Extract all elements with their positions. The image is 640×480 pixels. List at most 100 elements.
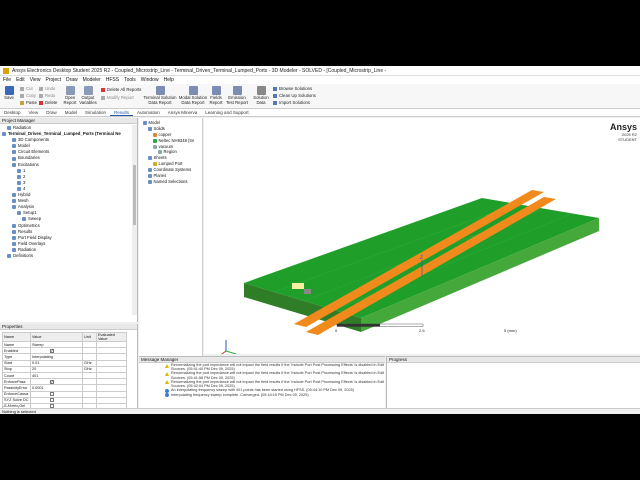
tree-node-icon	[12, 162, 16, 167]
progress-panel: Progress	[386, 356, 640, 414]
model-node-icon	[158, 150, 162, 155]
tree-node-icon	[12, 205, 16, 210]
model-node-icon	[148, 179, 152, 184]
browse-solutions-button[interactable]: Browse Solutions	[273, 86, 312, 91]
message-item[interactable]: Renormalizing the port impedance will no…	[139, 363, 385, 371]
import-solutions-button[interactable]: Import Solutions	[273, 100, 310, 105]
output-variables-icon	[83, 86, 93, 95]
clean-up-solutions-button[interactable]: Clean Up Solutions	[273, 93, 316, 98]
tab-model[interactable]: Model	[61, 110, 81, 115]
fields-report-button[interactable]: Fields Report	[208, 86, 224, 105]
modal-solution-report-button[interactable]: Modal Solution Data Report	[178, 86, 208, 105]
emission-test-report-button[interactable]: Emission Test Report	[225, 86, 249, 105]
title-bar: Ansys Electronics Desktop Student 2025 R…	[0, 66, 640, 76]
message-text: Renormalizing the port impedance will no…	[171, 379, 385, 389]
modify-report-button[interactable]: Modify Report	[101, 95, 134, 100]
delete-reports-icon	[101, 87, 105, 92]
message-text: Interpolating frequency sweep complete. …	[171, 392, 309, 397]
redo-button[interactable]: Redo	[39, 93, 55, 98]
z-axis-label: Z	[420, 255, 423, 261]
model-canvas[interactable]: Z 0 2.5 5 (mm)	[204, 118, 640, 354]
tab-draw[interactable]: Draw	[42, 110, 61, 115]
property-checkbox[interactable]	[50, 392, 54, 397]
fields-report-icon	[211, 86, 221, 95]
tab-ansys-minerva[interactable]: Ansys Minerva	[164, 110, 202, 115]
delete-icon	[39, 100, 43, 105]
tree-node-icon	[12, 235, 16, 240]
emission-icon	[232, 86, 242, 95]
solution-data-icon	[256, 86, 266, 95]
tab-automation[interactable]: Automation	[133, 110, 164, 115]
modal-report-icon	[188, 86, 198, 95]
tree-item-label: Definitions	[13, 252, 34, 258]
tab-results[interactable]: Results	[110, 110, 134, 116]
tree-node-icon	[12, 223, 16, 228]
solution-data-button[interactable]: Solution Data	[253, 86, 269, 105]
menu-project[interactable]: Project	[45, 77, 61, 83]
message-item[interactable]: Renormalizing the port impedance will no…	[139, 380, 385, 388]
delete-all-reports-button[interactable]: Delete All Reports	[101, 87, 141, 92]
project-tree-item[interactable]: Definitions	[0, 253, 137, 259]
delete-button[interactable]: Delete	[39, 100, 57, 105]
property-checkbox[interactable]	[50, 398, 54, 403]
menu-hfss[interactable]: HFSS	[106, 77, 119, 83]
3d-viewport[interactable]: Z 0 2.5 5 (mm) Ansys 2025 R2 STUDENT	[204, 118, 640, 354]
menu-file[interactable]: File	[3, 77, 11, 83]
model-node-icon	[153, 144, 157, 149]
menu-help[interactable]: Help	[164, 77, 174, 83]
tree-item-label: Excitations	[18, 161, 39, 167]
ribbon: Save Cut Copy Paste Undo Redo Delete Ope…	[0, 84, 640, 109]
menu-modeler[interactable]: Modeler	[83, 77, 101, 83]
message-item[interactable]: Interpolating frequency sweep complete. …	[139, 393, 385, 398]
property-checkbox[interactable]	[50, 379, 54, 384]
undo-icon	[39, 86, 43, 91]
project-tree-scrollbar[interactable]	[132, 125, 137, 315]
tab-simulation[interactable]: Simulation	[81, 110, 110, 115]
model-node-icon	[148, 168, 152, 173]
scale-label-0: 0	[335, 328, 338, 333]
scrollbar-thumb[interactable]	[133, 165, 136, 225]
model-item-label: Named Selections	[153, 178, 188, 184]
undo-button[interactable]: Undo	[39, 86, 55, 91]
message-manager-panel: Message Manager Renormalizing the port i…	[139, 356, 385, 414]
cut-button[interactable]: Cut	[20, 86, 33, 91]
paste-button[interactable]: Paste	[20, 100, 37, 105]
message-item[interactable]: Renormalizing the port impedance will no…	[139, 371, 385, 380]
col-name: Name	[2, 332, 31, 342]
menu-view[interactable]: View	[30, 77, 41, 83]
open-report-button[interactable]: Open Report	[62, 86, 78, 105]
menu-window[interactable]: Window	[141, 77, 159, 83]
menu-draw[interactable]: Draw	[66, 77, 78, 83]
tree-node-icon	[12, 193, 16, 198]
copy-button[interactable]: Copy	[20, 93, 36, 98]
warning-icon	[165, 380, 169, 385]
tab-view[interactable]: View	[25, 110, 43, 115]
tree-node-icon	[12, 150, 16, 155]
menu-bar: File Edit View Project Draw Modeler HFSS…	[0, 76, 640, 84]
paste-icon	[20, 100, 24, 105]
window-title: Ansys Electronics Desktop Student 2025 R…	[12, 67, 387, 74]
terminal-solution-report-button[interactable]: Terminal Solution Data Report	[143, 86, 177, 105]
tree-node-icon	[12, 199, 16, 204]
ansys-edition: STUDENT	[618, 137, 637, 142]
app-window: Ansys Electronics Desktop Student 2025 R…	[0, 66, 640, 414]
model-tree-item[interactable]: Named Selections	[139, 179, 202, 185]
menu-tools[interactable]: Tools	[124, 77, 136, 83]
model-node-icon	[143, 120, 147, 125]
save-button[interactable]: Save	[3, 86, 15, 101]
report-chart-icon	[155, 86, 165, 95]
ansys-brand: Ansys	[609, 122, 637, 132]
tab-learning-support[interactable]: Learning and Support	[201, 110, 252, 115]
menu-edit[interactable]: Edit	[16, 77, 25, 83]
tree-node-icon	[17, 186, 21, 191]
property-checkbox[interactable]	[50, 348, 54, 353]
progress-title: Progress	[387, 357, 640, 363]
redo-icon	[39, 93, 43, 98]
tab-desktop[interactable]: Desktop	[0, 110, 25, 115]
model-node-icon	[148, 126, 152, 131]
col-evaluated: Evaluated Value	[96, 332, 127, 342]
info-icon	[165, 388, 169, 393]
tree-node-icon	[7, 254, 11, 259]
output-variables-button[interactable]: Output Variables	[79, 86, 97, 105]
message-list: Renormalizing the port impedance will no…	[139, 363, 385, 398]
